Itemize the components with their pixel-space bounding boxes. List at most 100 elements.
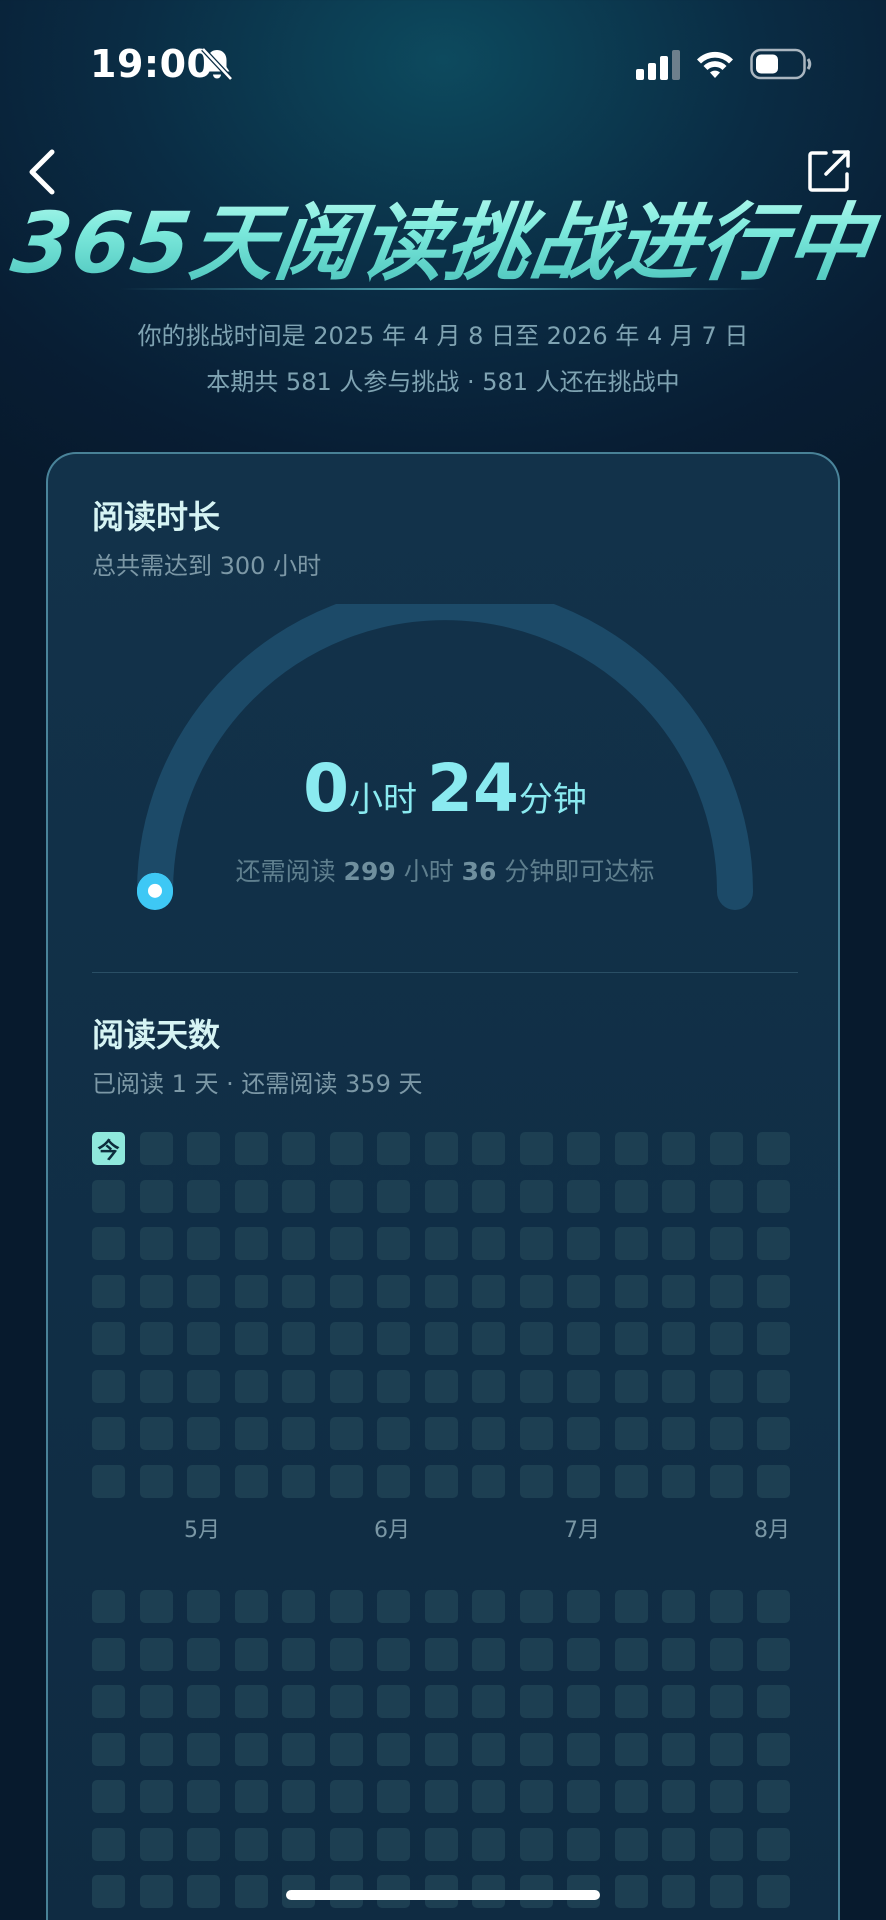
day-cell — [424, 1464, 458, 1498]
day-cell — [139, 1464, 173, 1498]
month-label: 6月 — [374, 1518, 410, 1543]
day-cell — [234, 1464, 268, 1498]
day-cell — [282, 1179, 315, 1213]
day-cell — [519, 1369, 553, 1403]
reading-time-title: 阅读时长 — [92, 498, 221, 536]
day-cell — [187, 1464, 220, 1498]
challenge-period-text: 你的挑战时间是 2025 年 4 月 8 日至 2026 年 4 月 7 日 — [137, 322, 749, 350]
day-cell — [187, 1417, 220, 1450]
day-cell — [757, 1590, 790, 1623]
day-cell — [139, 1827, 173, 1861]
status-bar: 19:00 — [0, 0, 886, 130]
day-cell — [139, 1685, 173, 1718]
day-cell — [662, 1637, 695, 1671]
day-cell — [614, 1780, 648, 1813]
day-cell — [567, 1274, 600, 1308]
minutes-unit: 分钟 — [518, 780, 587, 820]
day-cell — [757, 1637, 790, 1671]
day-cell — [329, 1274, 363, 1308]
day-cell — [567, 1322, 600, 1355]
day-cell — [567, 1827, 600, 1861]
day-cell — [709, 1227, 743, 1260]
day-cell — [282, 1322, 315, 1355]
day-cell — [282, 1417, 315, 1450]
day-cell — [329, 1685, 363, 1718]
day-cell — [519, 1417, 553, 1450]
day-cell — [187, 1274, 220, 1308]
day-cell — [614, 1637, 648, 1671]
day-cell — [424, 1637, 458, 1671]
day-cell — [92, 1780, 125, 1813]
challenge-card: 阅读时长 总共需达到 300 小时 0小时 24分钟 还需阅读 299 小时 36… — [46, 452, 840, 1920]
day-cell — [234, 1274, 268, 1308]
day-cell — [92, 1685, 125, 1718]
day-cell-today: 今 — [92, 1132, 125, 1165]
day-cell — [662, 1227, 695, 1260]
cellular-signal-icon — [636, 50, 680, 80]
gauge-track — [137, 604, 753, 910]
day-cell — [377, 1780, 410, 1813]
day-cell — [614, 1132, 648, 1165]
day-cell — [282, 1780, 315, 1813]
day-cell — [472, 1227, 505, 1260]
day-cell — [424, 1732, 458, 1766]
month-label: 5月 — [184, 1518, 220, 1543]
day-cell — [662, 1274, 695, 1308]
section-divider — [92, 972, 798, 973]
day-cell — [282, 1369, 315, 1403]
day-cell — [329, 1732, 363, 1766]
day-cell — [282, 1827, 315, 1861]
day-cell — [709, 1827, 743, 1861]
day-cell — [519, 1637, 553, 1671]
day-cell — [709, 1179, 743, 1213]
day-cell — [187, 1827, 220, 1861]
day-cell — [234, 1590, 268, 1623]
day-cell — [757, 1274, 790, 1308]
day-cell — [662, 1685, 695, 1718]
day-cell — [424, 1132, 458, 1165]
day-cell — [234, 1875, 268, 1908]
day-cell — [377, 1227, 410, 1260]
day-cell — [614, 1322, 648, 1355]
day-cell — [329, 1227, 363, 1260]
day-cell — [377, 1417, 410, 1450]
day-cell — [282, 1227, 315, 1260]
day-cell — [709, 1417, 743, 1450]
day-cell — [139, 1369, 173, 1403]
day-cell — [424, 1685, 458, 1718]
day-cell — [92, 1369, 125, 1403]
day-cell — [234, 1179, 268, 1213]
day-cell — [567, 1179, 600, 1213]
battery-icon — [750, 48, 812, 80]
day-cell — [567, 1464, 600, 1498]
day-cell — [614, 1590, 648, 1623]
day-cell — [662, 1179, 695, 1213]
day-cell — [472, 1322, 505, 1355]
day-cell — [92, 1464, 125, 1498]
day-cell — [472, 1637, 505, 1671]
day-cell — [377, 1179, 410, 1213]
reading-days-grid-block-2 — [92, 1590, 790, 1920]
day-cell — [472, 1274, 505, 1308]
day-cell — [614, 1685, 648, 1718]
day-cell — [377, 1322, 410, 1355]
reading-days-title: 阅读天数 — [92, 1016, 221, 1054]
day-cell — [472, 1417, 505, 1450]
day-cell — [329, 1369, 363, 1403]
day-cell — [662, 1732, 695, 1766]
home-indicator — [286, 1890, 600, 1900]
reading-time-value: 0小时 24分钟 — [48, 750, 842, 827]
page-title: 365天阅读挑战进行中 — [0, 176, 886, 297]
day-cell — [187, 1637, 220, 1671]
day-cell — [614, 1227, 648, 1260]
day-cell — [519, 1780, 553, 1813]
day-cell — [187, 1875, 220, 1908]
title-divider — [120, 288, 766, 290]
day-cell — [139, 1417, 173, 1450]
day-cell — [519, 1827, 553, 1861]
day-cell — [329, 1780, 363, 1813]
month-label: 7月 — [564, 1518, 600, 1543]
day-cell — [472, 1179, 505, 1213]
remaining-time-note: 还需阅读 299 小时 36 分钟即可达标 — [48, 852, 842, 888]
day-cell — [234, 1227, 268, 1260]
